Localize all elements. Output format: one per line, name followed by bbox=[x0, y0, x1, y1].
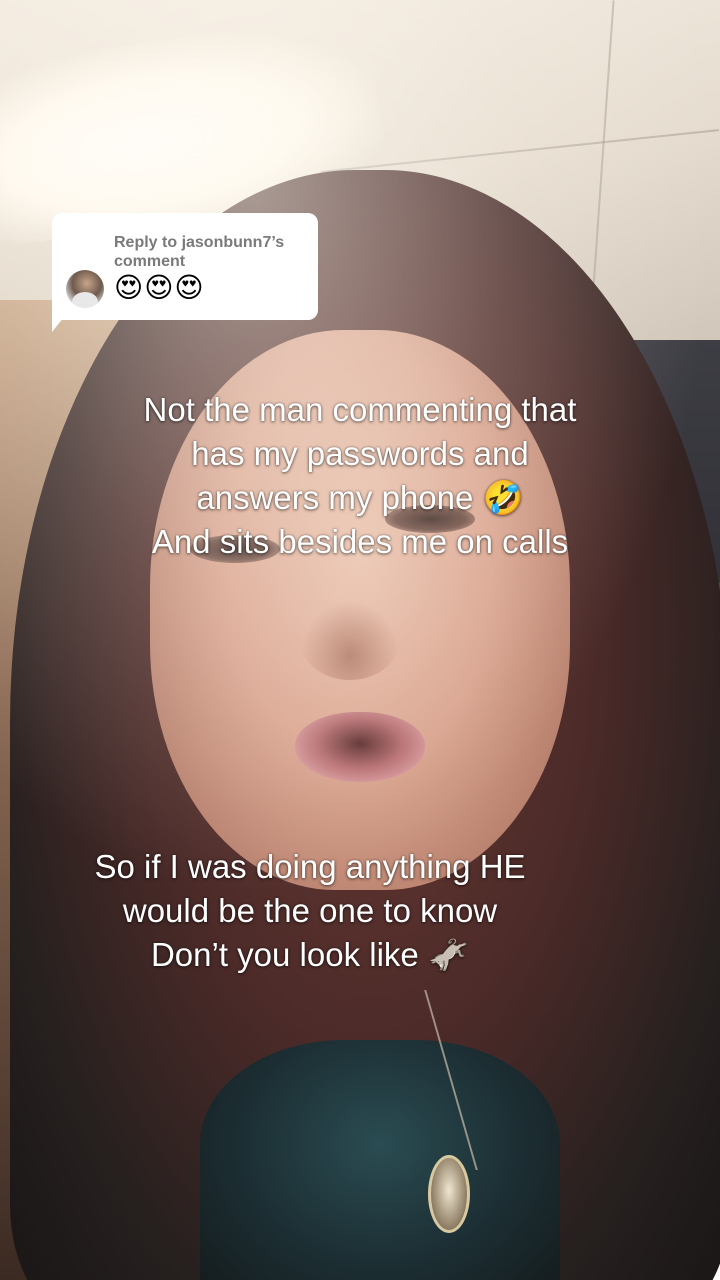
caption-bottom: So if I was doing anything HE would be t… bbox=[40, 845, 580, 977]
reply-comment-text: 😍😍😍 bbox=[114, 271, 205, 304]
caption-top: Not the man commenting that has my passw… bbox=[0, 388, 720, 564]
caption-line: And sits besides me on calls bbox=[151, 523, 569, 560]
reply-comment-sticker[interactable]: Reply to jasonbunn7’s comment 😍😍😍 bbox=[52, 213, 318, 320]
caption-line: has my passwords and bbox=[191, 435, 529, 472]
commenter-avatar bbox=[66, 270, 104, 308]
video-frame[interactable] bbox=[0, 0, 720, 1280]
caption-line: answers my phone 🤣 bbox=[196, 479, 524, 516]
reply-sticker-tail bbox=[52, 312, 68, 332]
caption-line: Not the man commenting that bbox=[143, 391, 577, 428]
caption-line: Don’t you look like 🫏 bbox=[150, 936, 470, 973]
avatar-body bbox=[72, 292, 98, 308]
reply-title: Reply to jasonbunn7’s comment bbox=[114, 234, 285, 270]
caption-line: would be the one to know bbox=[122, 892, 498, 929]
caption-line: So if I was doing anything HE bbox=[94, 848, 526, 885]
necklace-pendant bbox=[428, 1155, 470, 1233]
